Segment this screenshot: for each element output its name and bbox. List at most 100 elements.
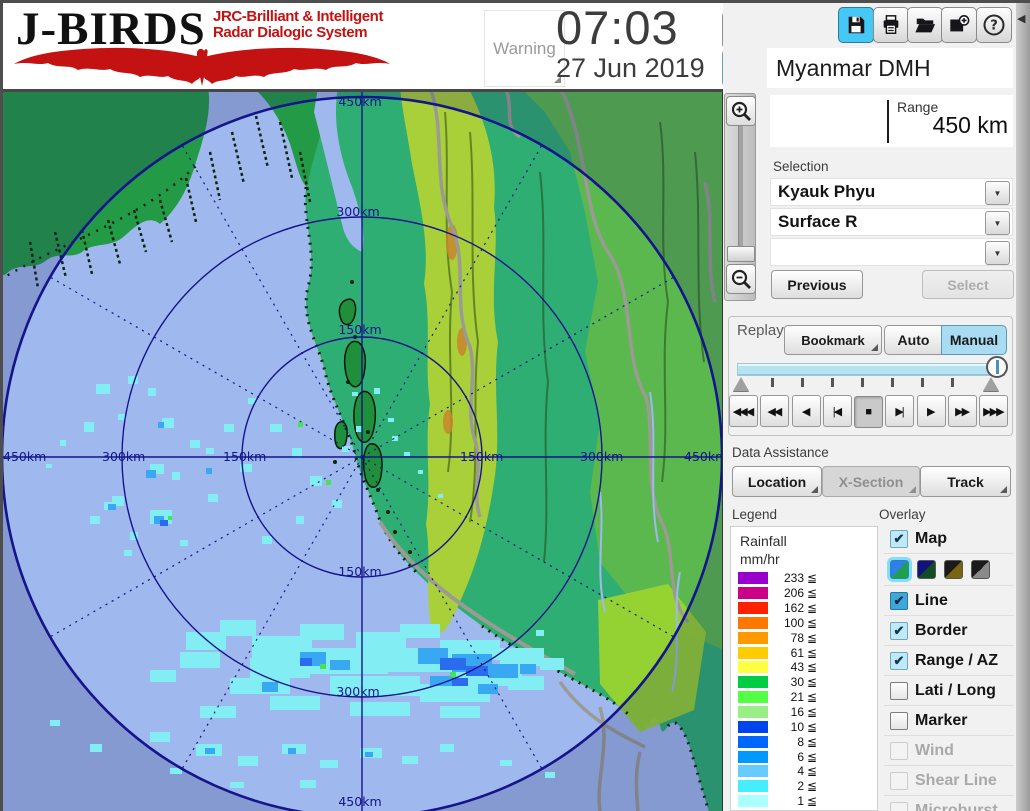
manual-button[interactable]: Manual [941, 325, 1007, 355]
replay-slider-thumb[interactable] [986, 356, 1008, 378]
checkbox[interactable] [890, 712, 908, 730]
legend-swatch [738, 736, 768, 748]
selection-label: Selection [773, 159, 829, 174]
product-dropdown[interactable]: Surface R ▼ [770, 208, 1013, 236]
legend-value: 21 [770, 690, 804, 704]
forward-fast-button[interactable]: ▶▶▶ [979, 395, 1008, 427]
corner-arrow-icon [1000, 486, 1007, 493]
auto-button[interactable]: Auto [884, 325, 943, 355]
checkbox[interactable]: ✔ [890, 530, 908, 548]
legend-row: 2≦ [731, 779, 877, 794]
ring-label: 450km [3, 449, 46, 464]
overlay-item-label: Shear Line [915, 772, 997, 790]
legend-row: 100≦ [731, 616, 877, 631]
overlay-item-label: Wind [915, 742, 954, 760]
ring-label: 300km [336, 684, 379, 699]
ring-label: 450km [684, 449, 723, 464]
rewind-button[interactable]: ◀◀ [760, 395, 789, 427]
location-button[interactable]: Location [732, 466, 822, 497]
radar-map[interactable]: 450km 300km 150km 150km 300km 450km 450k… [0, 92, 723, 811]
slider-tick [861, 378, 864, 387]
stop-icon: ■ [865, 406, 872, 418]
panel-scrollbar[interactable] [1016, 0, 1030, 811]
checkbox[interactable] [890, 682, 908, 700]
legend-value: 2 [770, 779, 804, 793]
ring-label: 450km [338, 94, 381, 109]
chevron-down-icon[interactable]: ▼ [985, 211, 1010, 235]
add-image-button[interactable] [941, 7, 977, 43]
legend-row: 10≦ [731, 719, 877, 734]
map-style-swatch-3[interactable] [971, 560, 990, 579]
play-icon: ▶ [927, 405, 935, 418]
legend-le-symbol: ≦ [807, 646, 817, 660]
clock-time: 07:03 [556, 0, 716, 55]
playback-controls: ◀◀◀◀◀◀|◀■▶|▶▶▶▶▶▶ [729, 395, 1014, 428]
overlay-item-line: ✔ Line [884, 586, 1014, 616]
zoom-slider-track[interactable] [738, 126, 743, 246]
checkbox[interactable]: ✔ [890, 592, 908, 610]
zoom-slider-thumb[interactable] [727, 246, 755, 262]
site-dropdown[interactable]: Kyauk Phyu ▼ [770, 178, 1013, 206]
stop-button[interactable]: ■ [854, 396, 883, 428]
legend-value: 10 [770, 720, 804, 734]
slider-start-marker[interactable] [733, 377, 749, 391]
skip-to-start-button[interactable]: |◀ [823, 395, 852, 427]
overlay-item-label: Line [915, 592, 948, 610]
legend-row: 4≦ [731, 764, 877, 779]
skip-to-end-button[interactable]: ▶| [885, 395, 914, 427]
forward-icon: ▶▶ [955, 405, 970, 418]
legend-row: 1≦ [731, 794, 877, 809]
track-button[interactable]: Track [920, 466, 1011, 497]
ring-label: 150km [338, 564, 381, 579]
forward-button[interactable]: ▶▶ [948, 395, 977, 427]
logo-subtitle-2: Radar Dialogic System [213, 25, 393, 40]
replay-slider-track[interactable] [737, 363, 1005, 376]
play-button[interactable]: ▶ [917, 395, 946, 427]
extra-dropdown[interactable]: ▼ [770, 238, 1013, 266]
previous-button[interactable]: Previous [771, 270, 863, 299]
zoom-out-button[interactable] [726, 264, 756, 294]
legend-swatch [738, 751, 768, 763]
skip-to-start-icon: |◀ [833, 405, 842, 418]
logo-subtitle-1: JRC-Brilliant & Intelligent [213, 9, 393, 24]
location-label: Location [748, 474, 806, 490]
map-style-swatch-1[interactable] [917, 560, 936, 579]
open-folder-button[interactable] [907, 7, 943, 43]
help-button[interactable]: ? [976, 7, 1012, 43]
legend-swatch [738, 765, 768, 777]
map-style-swatch-0[interactable] [890, 560, 909, 579]
legend-value: 61 [770, 646, 804, 660]
checkbox[interactable]: ✔ [890, 622, 908, 640]
legend-value: 206 [770, 586, 804, 600]
corner-arrow-icon [811, 486, 818, 493]
map-edge [722, 92, 723, 811]
ring-label: 150km [460, 449, 503, 464]
x-section-button[interactable]: X-Section [822, 466, 920, 497]
map-style-swatch-2[interactable] [944, 560, 963, 579]
legend-le-symbol: ≦ [807, 631, 817, 645]
print-button[interactable] [873, 7, 909, 43]
save-icon [845, 14, 867, 36]
rewind-fast-button[interactable]: ◀◀◀ [729, 395, 758, 427]
zoom-in-button[interactable] [726, 96, 756, 126]
slider-tick [831, 378, 834, 387]
svg-text:?: ? [990, 19, 998, 34]
chevron-down-icon[interactable]: ▼ [985, 181, 1010, 205]
ring-label: 300km [336, 204, 379, 219]
ring-label: 150km [223, 449, 266, 464]
checkbox[interactable]: ✔ [890, 652, 908, 670]
legend-label: Legend [732, 507, 777, 522]
select-button[interactable]: Select [922, 270, 1014, 299]
slider-thumb-bar [996, 360, 999, 374]
legend-row: 233≦ [731, 571, 877, 586]
chevron-down-icon[interactable]: ▼ [985, 241, 1010, 265]
collapse-panel-icon[interactable]: ◀ [1017, 12, 1025, 25]
warning-button[interactable]: Warning [484, 10, 565, 87]
corner-arrow-icon [909, 486, 916, 493]
step-back-play-button[interactable]: ◀ [792, 395, 821, 427]
slider-end-marker[interactable] [983, 377, 999, 391]
bookmark-button[interactable]: Bookmark [784, 325, 882, 355]
legend-rows: 233≦206≦162≦100≦78≦61≦43≦30≦21≦16≦10≦8≦6… [731, 571, 877, 809]
overlay-item-wind: Wind [884, 736, 1014, 766]
save-button[interactable] [838, 7, 874, 43]
